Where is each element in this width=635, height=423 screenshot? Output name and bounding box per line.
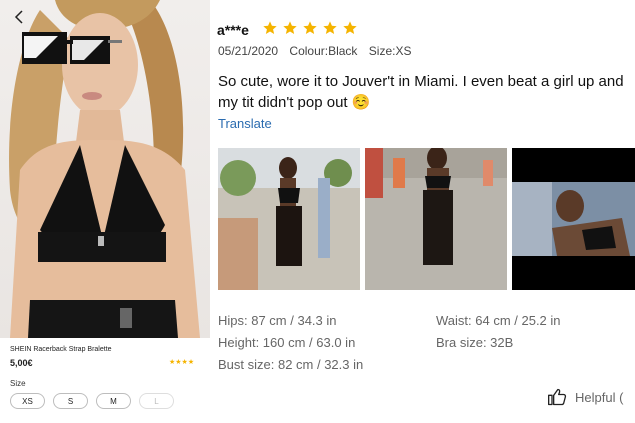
- product-panel: SHEIN Racerback Strap Bralette 5,00€ ★★★…: [0, 0, 210, 423]
- back-arrow-icon: [14, 10, 23, 24]
- size-option-m[interactable]: M: [96, 393, 131, 409]
- product-image[interactable]: [0, 0, 210, 338]
- review-rating: [262, 20, 358, 36]
- review-size: Size:XS: [368, 44, 412, 58]
- product-price: 5,00€: [10, 358, 33, 368]
- back-button[interactable]: [10, 8, 28, 26]
- measure-height: Height: 160 cm / 63.0 in: [218, 335, 356, 350]
- size-option-xs[interactable]: XS: [10, 393, 45, 409]
- translate-link[interactable]: Translate: [218, 116, 272, 131]
- review-date: 05/21/2020: [218, 44, 279, 58]
- review-color: Colour:Black: [289, 44, 358, 58]
- measure-waist: Waist: 64 cm / 25.2 in: [436, 313, 561, 328]
- star-icon: [263, 21, 277, 34]
- reviewer-name: a***e: [217, 22, 249, 38]
- measure-hips: Hips: 87 cm / 34.3 in: [218, 313, 337, 328]
- size-option-l[interactable]: L: [139, 393, 174, 409]
- star-icon: [323, 21, 337, 34]
- helpful-label: Helpful (: [575, 389, 624, 405]
- product-title[interactable]: SHEIN Racerback Strap Bralette: [10, 346, 112, 353]
- product-model-photo: [9, 0, 200, 338]
- measure-bust: Bust size: 82 cm / 32.3 in: [218, 357, 364, 372]
- review-photo-1[interactable]: [218, 148, 360, 290]
- review-photos: [218, 148, 635, 290]
- helpful-button[interactable]: Helpful (: [547, 387, 623, 407]
- star-icon: [343, 21, 357, 34]
- product-rating-stars: ★★★★: [169, 359, 195, 366]
- review-photo-2[interactable]: [365, 148, 507, 290]
- size-options: XS S M L: [10, 393, 174, 409]
- measure-bra-size: Bra size: 32B: [436, 335, 514, 350]
- review-body: So cute, wore it to Jouver't in Miami. I…: [218, 73, 624, 111]
- review-card: a***e 05/21/2020 Colour:Black Size:XS So…: [210, 0, 635, 423]
- star-icon: [303, 21, 317, 34]
- thumbs-up-icon: [548, 388, 567, 406]
- review-photo-3[interactable]: [512, 148, 635, 290]
- size-option-s[interactable]: S: [53, 393, 88, 409]
- size-label: Size: [10, 379, 26, 388]
- star-icon: [283, 21, 297, 34]
- review-meta: 05/21/2020 Colour:Black Size:XS: [218, 44, 419, 58]
